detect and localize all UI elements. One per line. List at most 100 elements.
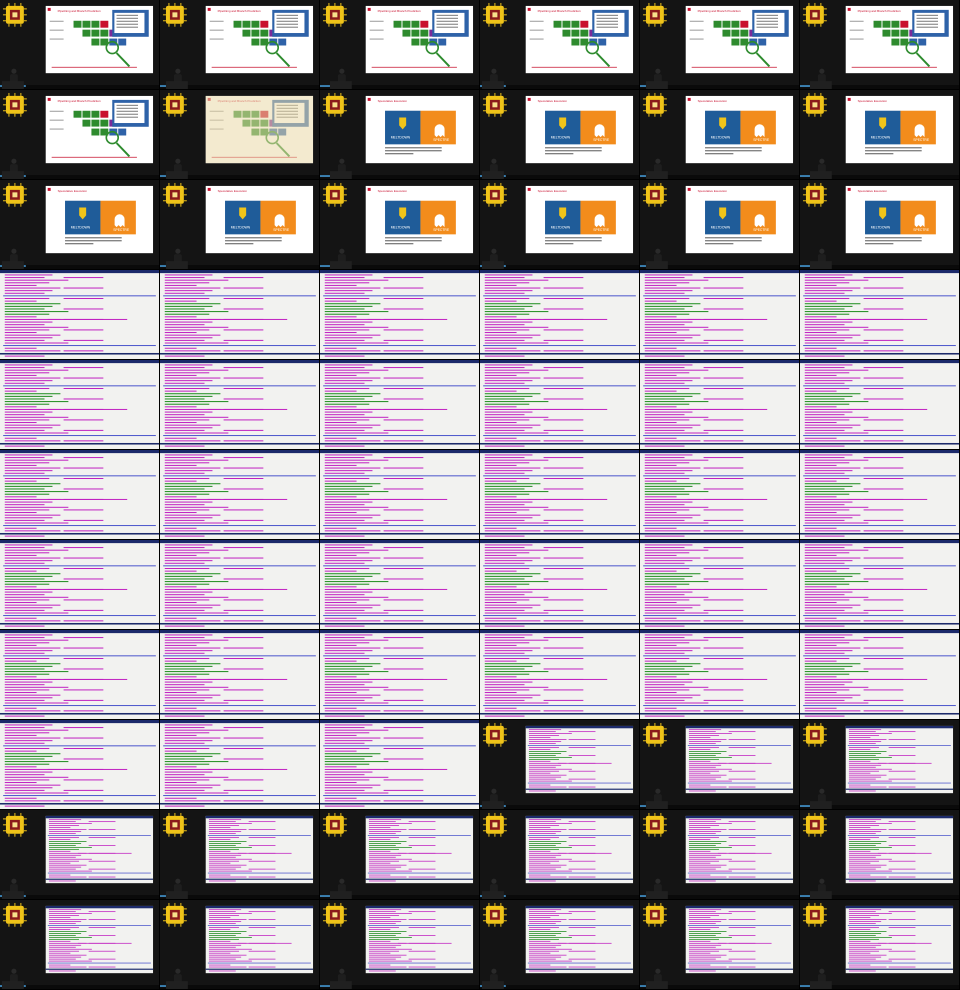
video-frame-thumbnail[interactable] [480,720,640,810]
video-frame-thumbnail[interactable]: Speculative Execution MELTDOWN SPECTRE [480,90,640,180]
video-frame-thumbnail[interactable] [320,720,480,810]
video-frame-thumbnail[interactable] [640,270,800,360]
video-frame-thumbnail[interactable]: Speculative Execution MELTDOWN SPECTRE [320,90,480,180]
chip-logo-icon [2,2,27,27]
chip-logo-icon [162,812,187,837]
video-frame-thumbnail[interactable]: Speculative Execution MELTDOWN SPECTRE [800,90,960,180]
video-frame-thumbnail[interactable] [480,360,640,450]
svg-text:MELTDOWN: MELTDOWN [711,225,731,229]
video-frame-thumbnail[interactable] [800,810,960,900]
video-frame-thumbnail[interactable]: Speculative Execution MELTDOWN SPECTRE [480,180,640,270]
svg-text:SPECTRE: SPECTRE [433,138,450,142]
svg-text:SPECTRE: SPECTRE [753,228,770,232]
video-frame-thumbnail[interactable] [480,270,640,360]
video-frame-thumbnail[interactable] [640,720,800,810]
video-frame-thumbnail[interactable] [160,720,320,810]
spectre-ghost-icon [594,214,605,228]
video-frame-thumbnail[interactable] [320,540,480,630]
video-frame-thumbnail[interactable] [320,450,480,540]
video-frame-thumbnail[interactable] [640,810,800,900]
video-frame-thumbnail[interactable] [160,450,320,540]
chip-logo-icon [482,722,507,747]
video-frame-thumbnail[interactable]: Pipelining and Branch Prediction [160,0,320,90]
video-frame-thumbnail[interactable] [160,630,320,720]
chip-logo-icon [802,182,827,207]
svg-text:MELTDOWN: MELTDOWN [551,135,571,139]
svg-text:Pipelining and Branch Predicti: Pipelining and Branch Prediction [538,9,581,13]
chip-logo-icon [642,812,667,837]
video-frame-thumbnail[interactable] [480,810,640,900]
svg-text:Speculative Execution: Speculative Execution [698,189,728,193]
video-frame-thumbnail[interactable] [800,360,960,450]
video-frame-thumbnail[interactable] [640,900,800,990]
svg-text:Speculative Execution: Speculative Execution [218,189,248,193]
video-frame-thumbnail[interactable] [480,630,640,720]
video-frame-thumbnail[interactable] [800,450,960,540]
video-frame-thumbnail[interactable]: Speculative Execution MELTDOWN SPECTRE [160,180,320,270]
svg-text:SPECTRE: SPECTRE [593,228,610,232]
video-frame-thumbnail[interactable] [800,720,960,810]
chip-logo-icon [802,902,827,927]
video-frame-thumbnail[interactable] [480,540,640,630]
video-frame-thumbnail[interactable]: Speculative Execution MELTDOWN SPECTRE [320,180,480,270]
chip-logo-icon [322,182,347,207]
video-frame-thumbnail[interactable] [160,900,320,990]
video-frame-thumbnail[interactable]: Speculative Execution MELTDOWN SPECTRE [640,90,800,180]
video-frame-thumbnail[interactable]: Pipelining and Branch Prediction [800,0,960,90]
video-frame-thumbnail[interactable] [160,360,320,450]
video-frame-thumbnail[interactable] [0,450,160,540]
video-frame-thumbnail[interactable]: Pipelining and Branch Prediction [0,0,160,90]
video-frame-thumbnail[interactable] [320,360,480,450]
video-frame-thumbnail[interactable] [320,900,480,990]
spectre-ghost-icon [434,214,445,228]
video-frame-thumbnail[interactable] [160,270,320,360]
video-frame-thumbnail[interactable]: Speculative Execution MELTDOWN SPECTRE [800,180,960,270]
video-frame-thumbnail[interactable] [0,720,160,810]
video-frame-thumbnail[interactable]: Pipelining and Branch Prediction [640,0,800,90]
video-frame-thumbnail[interactable] [320,810,480,900]
spectre-ghost-icon [434,124,445,138]
svg-text:Speculative Execution: Speculative Execution [378,99,408,103]
video-frame-thumbnail[interactable] [640,360,800,450]
video-frame-thumbnail[interactable] [0,630,160,720]
video-frame-thumbnail[interactable]: Speculative Execution MELTDOWN SPECTRE [640,180,800,270]
video-frame-thumbnail[interactable] [160,540,320,630]
video-frame-thumbnail[interactable]: Pipelining and Branch Prediction [160,90,320,180]
chip-logo-icon [322,812,347,837]
video-frame-thumbnail[interactable] [800,270,960,360]
chip-logo-icon [482,182,507,207]
spectre-ghost-icon [914,124,925,138]
video-frame-thumbnail[interactable] [480,900,640,990]
video-frame-thumbnail[interactable] [800,630,960,720]
video-frame-thumbnail[interactable]: Pipelining and Branch Prediction [480,0,640,90]
video-frame-thumbnail[interactable] [0,810,160,900]
video-frame-thumbnail[interactable] [320,630,480,720]
video-frame-thumbnail[interactable] [320,270,480,360]
svg-text:SPECTRE: SPECTRE [913,228,930,232]
chip-logo-icon [2,812,27,837]
svg-text:Pipelining and Branch Predicti: Pipelining and Branch Prediction [218,9,261,13]
svg-text:MELTDOWN: MELTDOWN [711,135,731,139]
chip-logo-icon [802,722,827,747]
video-frame-thumbnail[interactable] [160,810,320,900]
svg-text:MELTDOWN: MELTDOWN [551,225,571,229]
video-frame-thumbnail[interactable] [0,540,160,630]
chip-logo-icon [482,2,507,27]
svg-text:Pipelining and Branch Predicti: Pipelining and Branch Prediction [858,9,901,13]
video-frame-thumbnail[interactable]: Pipelining and Branch Prediction [0,90,160,180]
video-frame-thumbnail[interactable] [640,450,800,540]
video-frame-thumbnail[interactable] [800,900,960,990]
video-frame-thumbnail[interactable] [0,270,160,360]
video-frame-thumbnail[interactable] [0,900,160,990]
spectre-ghost-icon [594,124,605,138]
video-frame-thumbnail[interactable] [640,630,800,720]
video-frame-thumbnail[interactable] [480,450,640,540]
svg-text:SPECTRE: SPECTRE [753,138,770,142]
video-frame-thumbnail[interactable] [800,540,960,630]
chip-logo-icon [2,182,27,207]
video-frame-thumbnail[interactable] [0,360,160,450]
video-frame-thumbnail[interactable]: Pipelining and Branch Prediction [320,0,480,90]
video-frame-thumbnail[interactable] [640,540,800,630]
video-frame-thumbnail[interactable]: Speculative Execution MELTDOWN SPECTRE [0,180,160,270]
svg-text:Pipelining and Branch Predicti: Pipelining and Branch Prediction [58,99,101,103]
